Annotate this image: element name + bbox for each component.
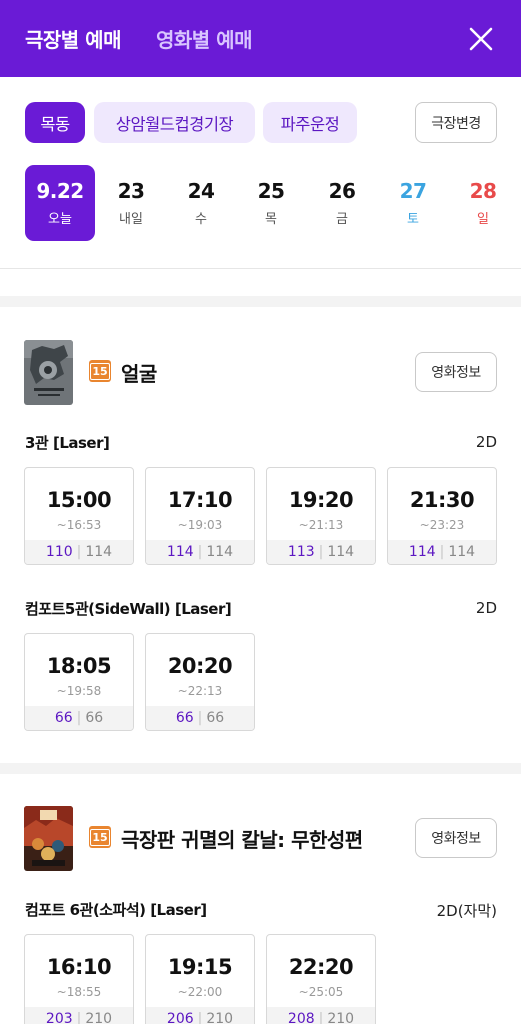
- date-day: 금: [336, 212, 348, 227]
- showtime-card[interactable]: 16:10 ~18:55 203 | 210: [24, 934, 134, 1024]
- tab-by-movie[interactable]: 영화별 예매: [156, 24, 252, 53]
- close-icon[interactable]: [466, 24, 496, 54]
- theater-chip-paju[interactable]: 파주운정: [263, 102, 357, 143]
- showtime-card[interactable]: 22:20 ~25:05 208 | 210: [266, 934, 376, 1024]
- end-time: ~19:58: [56, 684, 102, 698]
- movie-title[interactable]: 얼굴: [121, 358, 157, 387]
- showtime-card[interactable]: 21:30 ~23:23 114 | 114: [387, 467, 497, 565]
- movie-info-button[interactable]: 영화정보: [415, 352, 497, 392]
- seat-count: 203 | 210: [25, 1007, 133, 1024]
- movie-title[interactable]: 극장판 귀멸의 칼날: 무한성편: [121, 824, 363, 853]
- date-item-saturday[interactable]: 27 토: [378, 165, 448, 241]
- seat-count: 206 | 210: [146, 1007, 254, 1024]
- date-day: 내일: [119, 212, 143, 227]
- seat-count: 114 | 114: [388, 540, 496, 564]
- seat-count: 66 | 66: [25, 706, 133, 730]
- date-day: 일: [477, 212, 489, 227]
- section-gap: [0, 763, 521, 774]
- end-time: ~16:53: [56, 518, 102, 532]
- end-time: ~22:13: [177, 684, 223, 698]
- start-time: 17:10: [167, 488, 233, 512]
- seat-count: 113 | 114: [267, 540, 375, 564]
- date-number: 26: [328, 179, 356, 203]
- date-number: 25: [257, 179, 285, 203]
- hall-name: 3관 [Laser]: [25, 434, 110, 452]
- section-gap: [0, 296, 521, 307]
- start-time: 20:20: [167, 654, 233, 678]
- date-number: 24: [187, 179, 215, 203]
- start-time: 18:05: [46, 654, 112, 678]
- start-time: 16:10: [46, 955, 112, 979]
- hall-name: 컴포트 6관(소파석) [Laser]: [25, 901, 207, 919]
- end-time: ~18:55: [56, 985, 102, 999]
- date-day: 오늘: [48, 212, 72, 227]
- start-time: 19:15: [167, 955, 233, 979]
- start-time: 21:30: [409, 488, 475, 512]
- date-item-today[interactable]: 9.22 오늘: [25, 165, 95, 241]
- showtime-card[interactable]: 18:05 ~19:58 66 | 66: [24, 633, 134, 731]
- screen-format: 2D(자막): [436, 902, 497, 920]
- divider: [0, 268, 521, 269]
- hall-name: 컴포트5관(SideWall) [Laser]: [25, 600, 232, 618]
- start-time: 19:20: [288, 488, 354, 512]
- seat-count: 208 | 210: [267, 1007, 375, 1024]
- date-day: 토: [407, 212, 419, 227]
- date-item[interactable]: 25 목: [236, 165, 306, 241]
- end-time: ~22:00: [177, 985, 223, 999]
- showtime-card[interactable]: 19:15 ~22:00 206 | 210: [145, 934, 255, 1024]
- date-number: 28: [469, 179, 497, 203]
- movie-poster[interactable]: [24, 340, 73, 405]
- change-theater-button[interactable]: 극장변경: [415, 102, 497, 143]
- movie-info-button[interactable]: 영화정보: [415, 818, 497, 858]
- tab-by-theater[interactable]: 극장별 예매: [25, 24, 121, 53]
- theater-chip-sangam[interactable]: 상암월드컵경기장: [94, 102, 255, 143]
- theater-chip-mokdong[interactable]: 목동: [25, 102, 85, 143]
- date-number: 23: [117, 179, 145, 203]
- date-item-sunday[interactable]: 28 일: [448, 165, 518, 241]
- age-rating-badge: 15: [89, 360, 111, 382]
- seat-count: 110 | 114: [25, 540, 133, 564]
- seat-count: 114 | 114: [146, 540, 254, 564]
- date-day: 수: [195, 212, 207, 227]
- date-day: 목: [265, 212, 277, 227]
- date-item[interactable]: 23 내일: [96, 165, 166, 241]
- date-item[interactable]: 26 금: [307, 165, 377, 241]
- showtime-card[interactable]: 20:20 ~22:13 66 | 66: [145, 633, 255, 731]
- date-item[interactable]: 24 수: [166, 165, 236, 241]
- screen-format: 2D: [475, 433, 497, 451]
- screen-format: 2D: [475, 599, 497, 617]
- end-time: ~19:03: [177, 518, 223, 532]
- showtime-card[interactable]: 17:10 ~19:03 114 | 114: [145, 467, 255, 565]
- end-time: ~21:13: [298, 518, 344, 532]
- start-time: 15:00: [46, 488, 112, 512]
- age-rating-badge: 15: [89, 826, 111, 848]
- date-number: 9.22: [36, 179, 84, 203]
- showtime-card[interactable]: 19:20 ~21:13 113 | 114: [266, 467, 376, 565]
- seat-count: 66 | 66: [146, 706, 254, 730]
- movie-poster[interactable]: [24, 806, 73, 871]
- end-time: ~25:05: [298, 985, 344, 999]
- showtime-card[interactable]: 15:00 ~16:53 110 | 114: [24, 467, 134, 565]
- start-time: 22:20: [288, 955, 354, 979]
- top-header: 극장별 예매 영화별 예매: [0, 0, 521, 77]
- end-time: ~23:23: [419, 518, 465, 532]
- date-number: 27: [399, 179, 427, 203]
